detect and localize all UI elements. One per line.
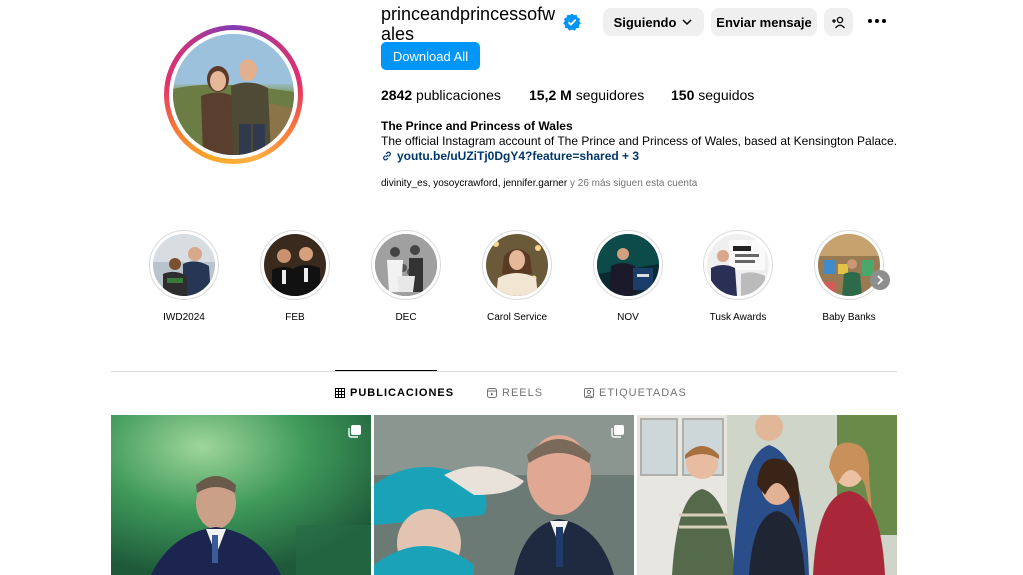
profile-link[interactable]: youtu.be/uUZiTj0DgY4?feature=shared + 3 <box>381 149 639 163</box>
posts-count: 2842 <box>381 87 413 103</box>
followed-by[interactable]: divinity_es, yosoycrawford, jennifer.gar… <box>381 178 697 189</box>
highlight-thumbnail <box>486 234 548 296</box>
highlight-item[interactable]: DEC <box>366 230 446 323</box>
highlight-item[interactable]: Carol Service <box>477 230 557 323</box>
chevron-right-icon <box>877 275 884 285</box>
followers-stat[interactable]: 15,2 M seguidores <box>529 87 644 103</box>
tab-tagged-label: ETIQUETADAS <box>599 387 687 399</box>
highlight-thumbnail <box>818 234 880 296</box>
send-message-button[interactable]: Enviar mensaje <box>711 8 817 36</box>
tab-posts[interactable]: PUBLICACIONES <box>335 387 454 399</box>
tabs-divider <box>111 371 897 372</box>
avatar-photo <box>173 34 294 155</box>
following-button[interactable]: Siguiendo <box>603 8 704 36</box>
more-horizontal-icon <box>868 19 886 23</box>
chevron-down-icon <box>682 19 692 26</box>
profile-full-name: The Prince and Princess of Wales <box>381 119 573 133</box>
posts-stat[interactable]: 2842 publicaciones <box>381 87 501 103</box>
add-person-icon <box>832 16 846 28</box>
carousel-icon <box>611 425 624 438</box>
following-count: 150 <box>671 87 695 103</box>
highlight-label: NOV <box>617 312 639 323</box>
following-label: Siguiendo <box>613 14 677 30</box>
highlight-item[interactable]: Tusk Awards <box>698 230 778 323</box>
profile-avatar[interactable] <box>164 25 303 164</box>
highlight-label: Carol Service <box>486 312 548 323</box>
followers-count: 15,2 M <box>529 87 572 103</box>
highlight-label: Tusk Awards <box>709 312 767 323</box>
highlight-thumbnail <box>375 234 437 296</box>
highlight-item[interactable]: IWD2024 <box>144 230 224 323</box>
highlight-thumbnail <box>264 234 326 296</box>
followers-label: seguidores <box>575 87 645 103</box>
tab-reels-label: REELS <box>502 387 544 399</box>
post-tile[interactable] <box>637 415 897 575</box>
followed-by-suffix: y 26 más siguen esta cuenta <box>567 178 698 189</box>
highlight-thumbnail <box>707 234 769 296</box>
highlight-label: IWD2024 <box>163 312 205 323</box>
post-thumbnail <box>111 415 371 575</box>
carousel-icon <box>348 425 361 438</box>
verified-badge-icon <box>563 13 581 31</box>
profile-link-text: youtu.be/uUZiTj0DgY4?feature=shared + 3 <box>397 149 640 163</box>
post-tile[interactable] <box>111 415 371 575</box>
highlight-item[interactable]: NOV <box>588 230 668 323</box>
tab-posts-label: PUBLICACIONES <box>350 387 455 399</box>
tab-tagged[interactable]: ETIQUETADAS <box>584 387 687 399</box>
highlight-label: Baby Banks <box>822 312 876 323</box>
followed-by-names: divinity_es, yosoycrawford, jennifer.gar… <box>381 178 568 189</box>
highlight-label: FEB <box>285 312 305 323</box>
active-tab-indicator <box>335 370 437 371</box>
post-thumbnail <box>374 415 634 575</box>
suggest-user-button[interactable] <box>824 8 853 36</box>
following-stat[interactable]: 150 seguidos <box>671 87 754 103</box>
link-icon <box>383 151 391 161</box>
send-message-label: Enviar mensaje <box>716 14 812 30</box>
tab-reels[interactable]: REELS <box>487 387 543 399</box>
profile-username: princeandprincessofwales <box>381 4 556 44</box>
profile-bio: The official Instagram account of The Pr… <box>381 134 898 148</box>
grid-icon <box>335 388 345 398</box>
following-label-stat: seguidos <box>698 87 755 103</box>
reels-icon <box>487 388 497 398</box>
highlight-item[interactable]: FEB <box>255 230 335 323</box>
highlight-label: DEC <box>395 312 417 323</box>
post-thumbnail <box>637 415 897 575</box>
more-options-button[interactable] <box>866 11 888 31</box>
highlight-thumbnail <box>153 234 215 296</box>
download-all-button[interactable]: Download All <box>381 42 480 70</box>
posts-label: publicaciones <box>416 87 501 103</box>
tagged-icon <box>584 388 594 398</box>
post-tile[interactable] <box>374 415 634 575</box>
highlights-next-button[interactable] <box>870 270 890 290</box>
highlight-thumbnail <box>597 234 659 296</box>
